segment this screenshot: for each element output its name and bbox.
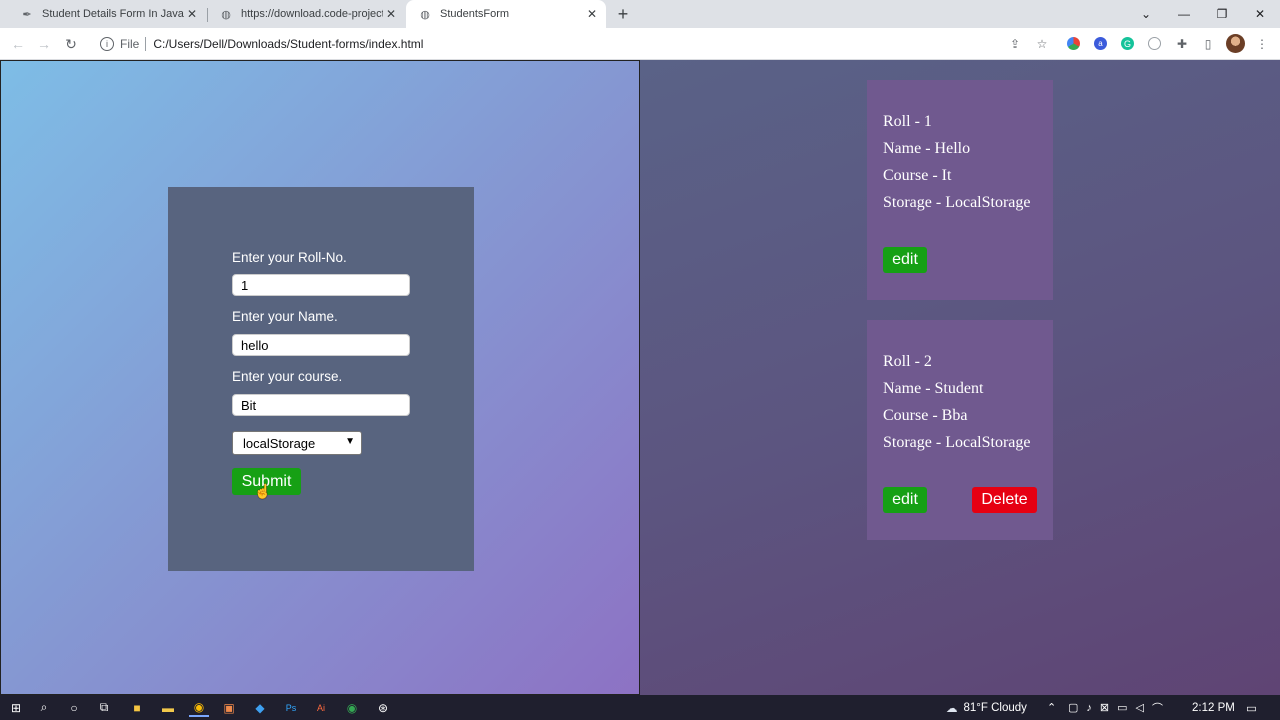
hand-cursor-icon: ☝ (254, 483, 272, 499)
browser-tab-strip: ✒ Student Details Form In JavaScript ✕ ◍… (0, 0, 1280, 28)
tab-title: https://download.code-projects.org (241, 8, 383, 20)
name-input[interactable]: hello (232, 334, 410, 356)
extension-gray-icon[interactable] (1148, 37, 1161, 50)
course-label: Enter your course. (232, 369, 343, 384)
share-icon[interactable]: ⇪ (1007, 36, 1023, 52)
browser-toolbar: ← → ↻ i File C:/Users/Dell/Downloads/Stu… (0, 28, 1280, 60)
close-tab-icon[interactable]: ✕ (383, 6, 399, 22)
windows-taskbar: ⊞ ⌕ ○ ⧉ ■ ▬ ◉ ▣ ◆ Ps Ai ◉ ⊛ ☁ 81°F Cloud… (0, 695, 1280, 720)
maximize-button[interactable]: ❐ (1203, 0, 1241, 28)
notification-icon[interactable]: ▭ (1246, 695, 1257, 720)
battery-icon[interactable]: ▭ (1117, 701, 1127, 714)
edit-button[interactable]: edit (883, 487, 927, 513)
tab-title: StudentsForm (440, 8, 510, 20)
new-tab-button[interactable]: + (612, 4, 634, 24)
chrome-alt-icon[interactable]: ◉ (342, 698, 362, 717)
chrome-icon[interactable]: ◉ (189, 698, 209, 717)
weather-widget[interactable]: ☁ 81°F Cloudy (946, 695, 1027, 720)
illustrator-icon[interactable]: Ai (311, 698, 331, 717)
page-viewport: Enter your Roll-No. 1 Enter your Name. h… (0, 60, 1280, 695)
edit-button[interactable]: edit (883, 247, 927, 273)
tab-download-code-projects[interactable]: ◍ https://download.code-projects.org ✕ (207, 0, 405, 28)
tab-title: Student Details Form In JavaScript (42, 8, 184, 20)
reload-icon[interactable]: ↻ (61, 34, 81, 54)
student-storage: Storage - LocalStorage (883, 434, 1031, 451)
close-window-button[interactable]: ✕ (1241, 0, 1279, 28)
meet-icon[interactable]: ▢ (1068, 701, 1078, 714)
cloud-icon: ☁ (946, 702, 958, 715)
volume-icon[interactable]: ◁ (1136, 701, 1144, 714)
tab-students-form[interactable]: ◍ StudentsForm ✕ (406, 0, 606, 28)
vscode-icon[interactable]: ◆ (250, 698, 270, 717)
windows-start-icon[interactable]: ⊞ (6, 698, 26, 717)
code-projects-icon: ✒ (22, 8, 32, 21)
app-orange-icon[interactable]: ▣ (219, 698, 239, 717)
grammarly-icon[interactable]: G (1121, 37, 1134, 50)
back-arrow-icon[interactable]: ← (8, 34, 28, 54)
student-card: Roll - 1 Name - Hello Course - It Storag… (867, 80, 1053, 300)
menu-kebab-icon[interactable]: ⋮ (1254, 36, 1270, 52)
app-circle-icon[interactable]: ⊛ (373, 698, 393, 717)
network-alert-icon[interactable]: ⊠ (1100, 701, 1109, 714)
bookmark-star-icon[interactable]: ☆ (1034, 36, 1050, 52)
storage-select[interactable]: localStorage ▼ (232, 431, 362, 455)
storage-selected-value: localStorage (243, 435, 316, 451)
clock-time: 2:12 PM (1192, 701, 1235, 714)
close-tab-icon[interactable]: ✕ (184, 6, 200, 22)
close-tab-icon[interactable]: ✕ (584, 6, 600, 22)
store-icon[interactable]: ■ (127, 698, 147, 717)
extension-blue-icon[interactable]: a (1094, 37, 1107, 50)
forward-arrow-icon[interactable]: → (34, 34, 54, 54)
form-section: Enter your Roll-No. 1 Enter your Name. h… (0, 60, 640, 695)
profile-avatar[interactable] (1226, 34, 1245, 53)
globe-icon: ◍ (221, 8, 231, 21)
address-url: C:/Users/Dell/Downloads/Student-forms/in… (153, 37, 424, 51)
roll-label: Enter your Roll-No. (232, 250, 347, 265)
tab-student-details[interactable]: ✒ Student Details Form In JavaScript ✕ (8, 0, 206, 28)
student-course: Course - It (883, 167, 952, 184)
clock[interactable]: 2:12 PM (1192, 695, 1235, 720)
minimize-button[interactable]: — (1165, 0, 1203, 28)
info-icon[interactable]: i (100, 37, 114, 51)
task-view-icon[interactable]: ⧉ (94, 698, 114, 717)
globe-icon: ◍ (420, 8, 430, 21)
search-icon[interactable]: ⌕ (34, 698, 54, 717)
side-panel-icon[interactable]: ▯ (1200, 36, 1216, 52)
file-explorer-icon[interactable]: ▬ (158, 698, 178, 717)
address-protocol: File (120, 37, 140, 51)
records-section: Roll - 1 Name - Hello Course - It Storag… (640, 60, 1280, 695)
student-roll: Roll - 2 (883, 353, 932, 370)
roll-input[interactable]: 1 (232, 274, 410, 296)
tray-icons[interactable]: ▢ ♪ ⊠ ▭ ◁ ⌒ (1068, 695, 1171, 720)
student-name: Name - Hello (883, 140, 971, 157)
student-name: Name - Student (883, 380, 984, 397)
weather-text: 81°F Cloudy (963, 701, 1027, 714)
tab-search-chevron-icon[interactable]: ⌄ (1127, 0, 1165, 28)
cortana-icon[interactable]: ○ (64, 698, 84, 717)
student-card: Roll - 2 Name - Student Course - Bba Sto… (867, 320, 1053, 540)
chevron-down-icon: ▼ (345, 436, 355, 447)
delete-button[interactable]: Delete (972, 487, 1037, 513)
student-storage: Storage - LocalStorage (883, 194, 1031, 211)
student-form: Enter your Roll-No. 1 Enter your Name. h… (168, 187, 474, 571)
extension-color-icon[interactable] (1067, 37, 1080, 50)
name-label: Enter your Name. (232, 309, 338, 324)
student-roll: Roll - 1 (883, 113, 932, 130)
course-input[interactable]: Bit (232, 394, 410, 416)
address-bar[interactable]: i File C:/Users/Dell/Downloads/Student-f… (92, 31, 1032, 57)
wifi-icon[interactable]: ⌒ (1152, 700, 1163, 716)
tray-chevron-up-icon[interactable]: ⌃ (1047, 695, 1056, 720)
photoshop-icon[interactable]: Ps (281, 698, 301, 717)
microphone-icon[interactable]: ♪ (1086, 702, 1092, 714)
address-divider (145, 37, 147, 51)
student-course: Course - Bba (883, 407, 968, 424)
extensions-puzzle-icon[interactable]: ✚ (1174, 36, 1190, 52)
